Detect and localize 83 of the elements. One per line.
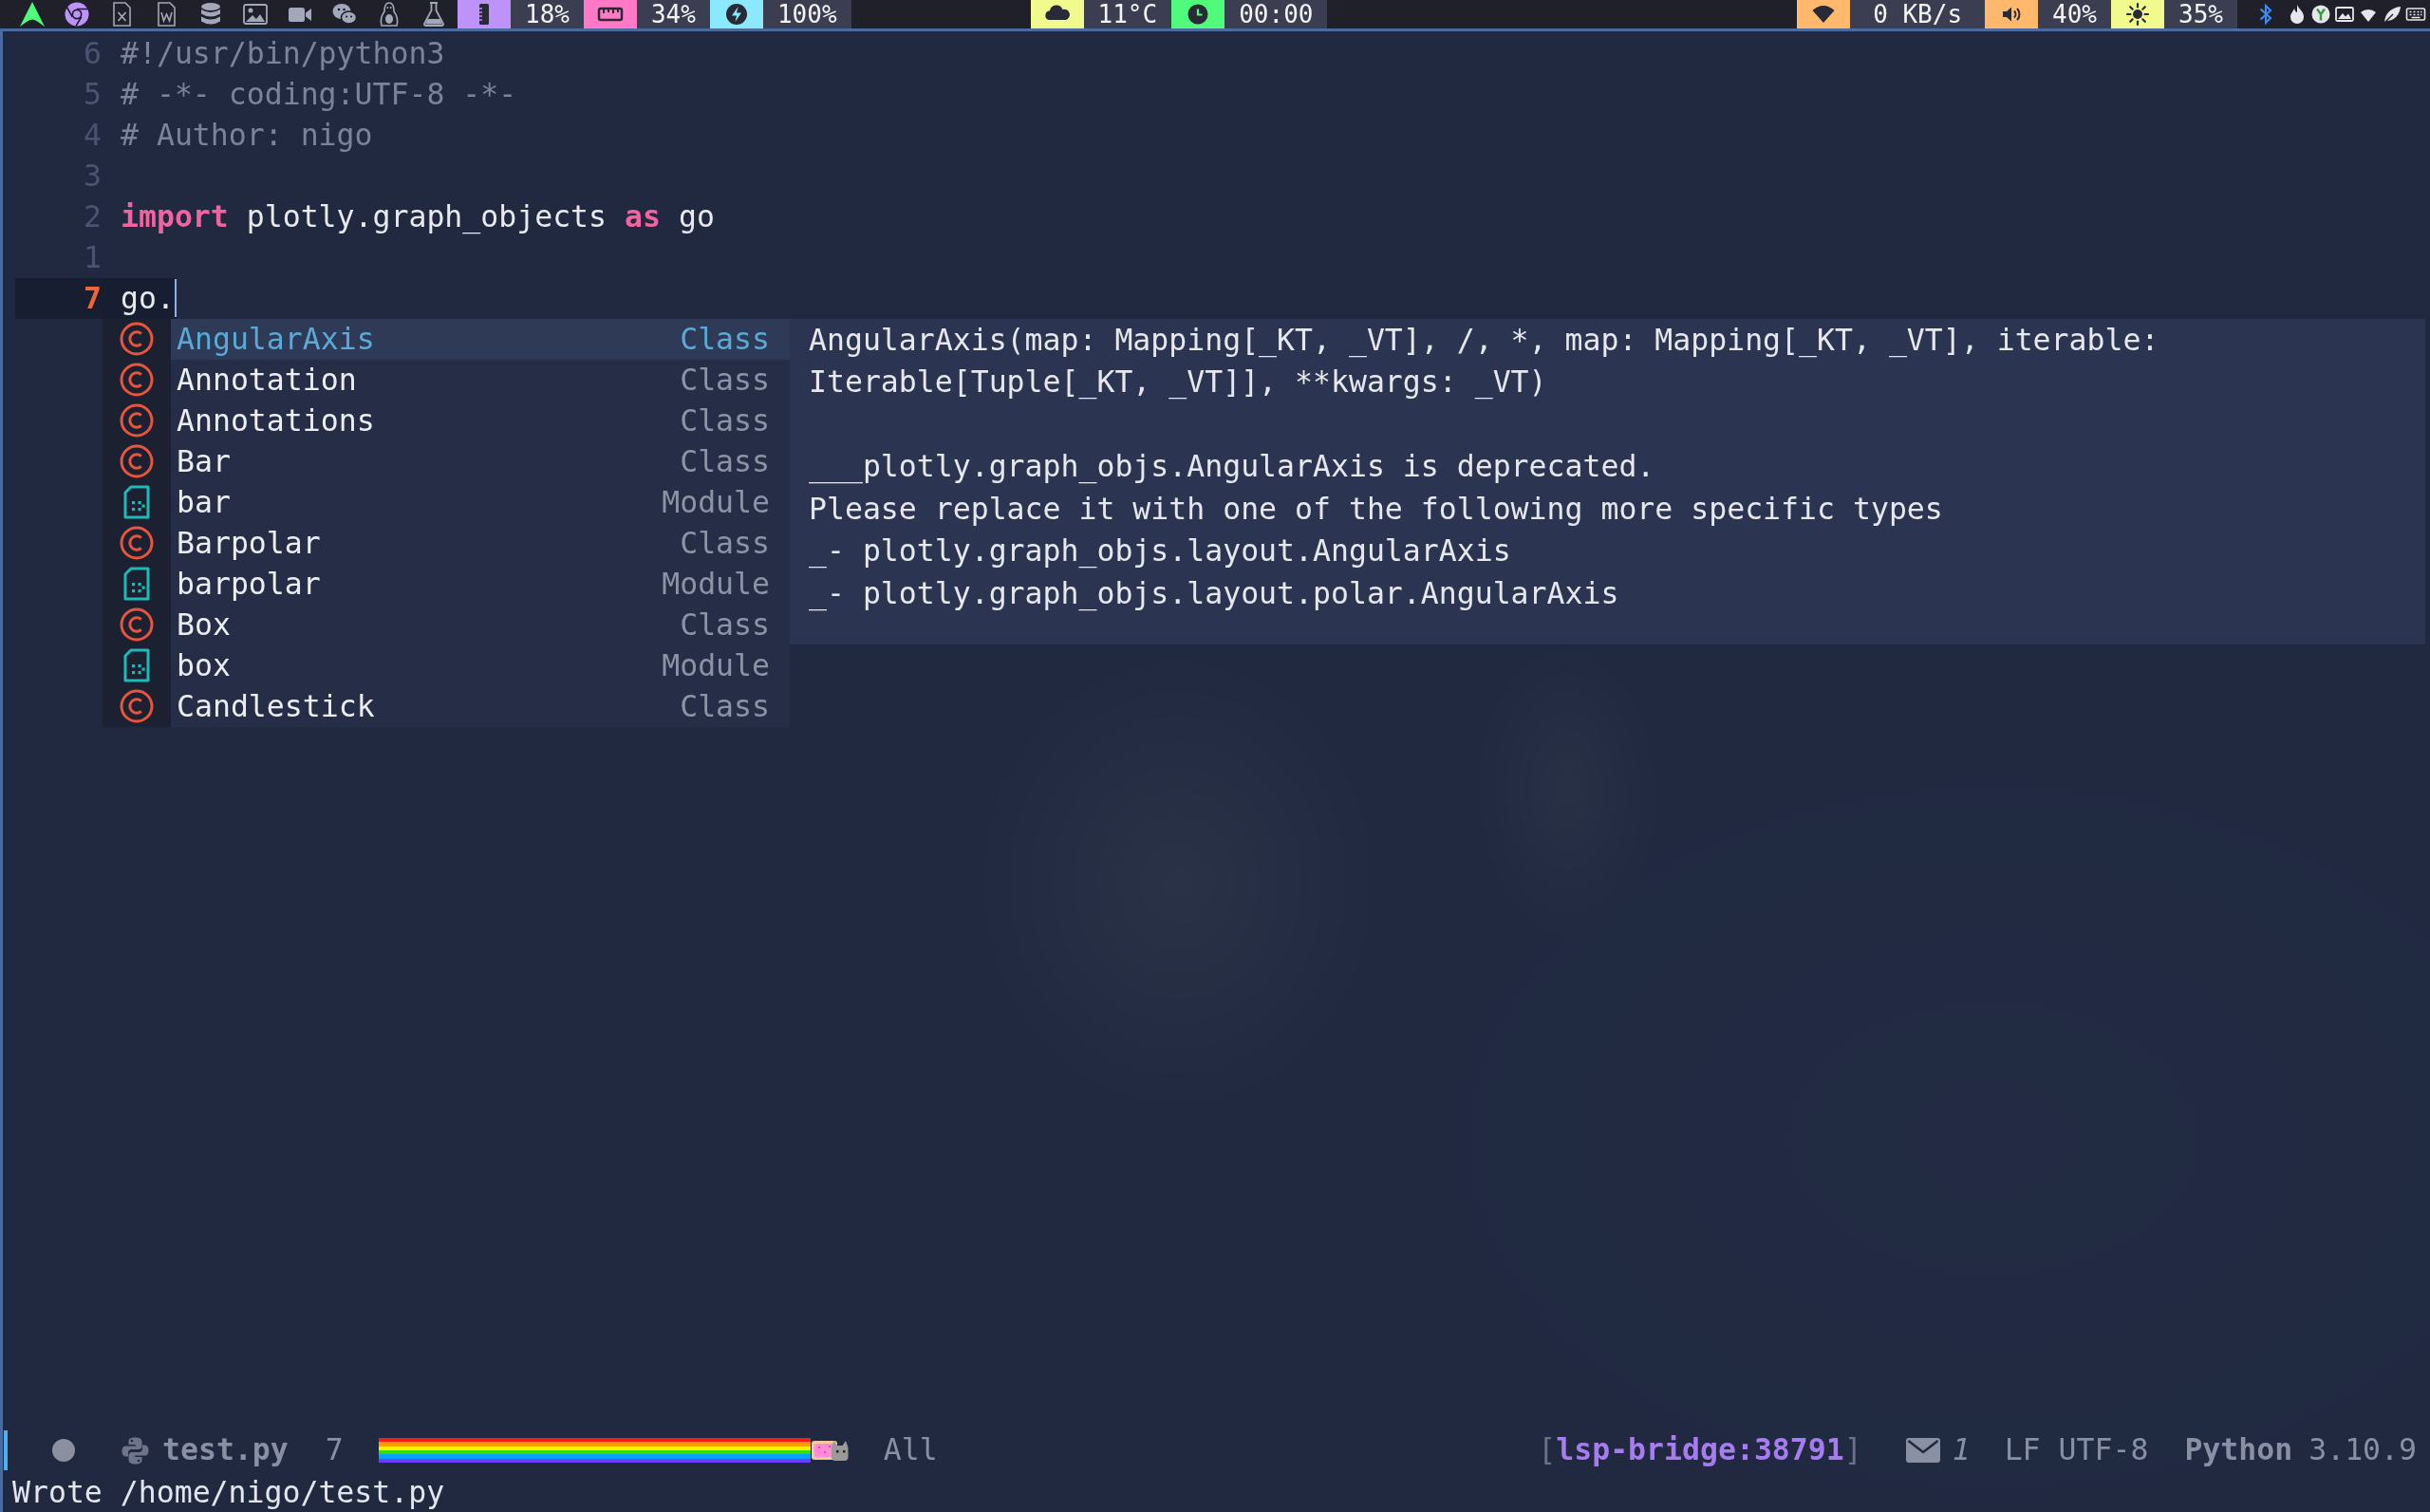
encoding-text[interactable]: UTF-8 (2058, 1428, 2149, 1473)
circled-c-icon (120, 689, 154, 723)
completion-type: Module (662, 646, 770, 684)
code-line: go. (121, 279, 175, 317)
document-icon (122, 485, 151, 519)
completion-type: Class (680, 606, 770, 644)
file-name: test.py (162, 1431, 289, 1469)
completion-type: Class (680, 442, 770, 480)
completion-item[interactable]: Annotations Class (171, 400, 790, 441)
completion-item[interactable]: Annotation Class (171, 359, 790, 401)
lsp-status-text: [lsp-bridge:38791] (1538, 1431, 1862, 1469)
completion-label: Annotation (177, 361, 357, 399)
doc-text: _- plotly.graph_objs.layout.AngularAxis (809, 532, 1512, 570)
circled-c-icon (120, 403, 154, 438)
leaf-icon[interactable] (2382, 4, 2402, 25)
completion-type: Module (662, 483, 770, 521)
temperature-text: 11°C (1083, 0, 1172, 28)
code-line: # -*- coding:UTF-8 -*- (121, 75, 517, 113)
disk-usage-text: 34% (636, 0, 710, 28)
memory-usage-text: 18% (511, 0, 584, 28)
completion-item[interactable]: barpolar Module (171, 563, 790, 605)
completion-label: box (177, 646, 231, 684)
bluetooth-icon[interactable] (2258, 2, 2273, 27)
completion-label: Bar (177, 442, 231, 480)
picture-icon[interactable] (2334, 4, 2355, 25)
circled-c-icon (120, 526, 154, 560)
battery-level-text: 100% (762, 0, 851, 28)
completion-type: Class (680, 524, 770, 562)
document-icon (122, 567, 151, 601)
brightness-level-text: 35% (2164, 0, 2237, 28)
completion-item[interactable]: Box Class (171, 604, 790, 645)
completion-label: Annotations (177, 401, 375, 439)
completion-label: AngularAxis (177, 320, 375, 358)
code-line: import plotly.graph_objects as go (121, 197, 715, 236)
completion-item[interactable]: Barpolar Class (171, 522, 790, 564)
cat-icon (810, 1438, 850, 1463)
active-window-marker (4, 1430, 8, 1470)
completion-type: Class (680, 401, 770, 439)
network-speed-text: 0 KB/s (1850, 0, 1986, 28)
completion-item[interactable]: AngularAxis Class (171, 318, 790, 360)
code-line: # Author: nigo (121, 116, 373, 154)
text-cursor (174, 279, 177, 317)
clock-time-text: 00:00 (1224, 0, 1328, 28)
doc-text: Please replace it with one of the following more specific types (809, 490, 1944, 528)
completion-item[interactable]: bar Module (171, 481, 790, 523)
completion-label: barpolar (177, 565, 321, 603)
envelope-icon (1905, 1438, 1940, 1463)
completion-label: Box (177, 606, 231, 644)
circled-c-icon (120, 322, 154, 356)
line-ending-text[interactable]: LF (2004, 1428, 2041, 1473)
line-number: 7 (83, 279, 102, 317)
browser-icon[interactable] (64, 1, 90, 28)
volume-level-text: 40% (2038, 0, 2112, 28)
image-icon[interactable] (242, 1, 269, 28)
completion-type: Class (680, 687, 770, 725)
signature-text: AngularAxis(map: Mapping[_KT, _VT], /, *, map: Mapping[_KT, _VT], iterable: Iterable[Tuple[_KT, _VT]], **kwargs: _VT) (809, 321, 2160, 401)
echo-message: Wrote /home/nigo/test.py (11, 1474, 446, 1511)
completion-label: bar (177, 483, 231, 521)
flask-icon[interactable] (421, 1, 447, 28)
doc-text: ___plotly.graph_objs.AngularAxis is deprecated. (809, 448, 1656, 486)
python-logo-icon (121, 1435, 150, 1465)
document-icon (122, 648, 151, 682)
completion-type: Class (680, 320, 770, 358)
circled-c-icon (120, 363, 154, 397)
code-line: #!/usr/bin/python3 (121, 34, 445, 72)
completion-label: Candlestick (177, 687, 375, 725)
completion-item[interactable]: Candlestick Class (171, 685, 790, 727)
circled-c-icon (120, 444, 154, 478)
completion-item[interactable]: box Module (171, 644, 790, 686)
doc-text: _- plotly.graph_objs.layout.polar.AngularAxis (809, 574, 1620, 613)
dot-icon (51, 1438, 76, 1463)
completion-label: Barpolar (177, 524, 321, 562)
buffer-position: All (883, 1431, 938, 1469)
language-mode-text[interactable]: Python (2184, 1428, 2293, 1473)
circled-c-icon (120, 607, 154, 642)
completion-type: Module (662, 565, 770, 603)
mail-count: 1 (1952, 1431, 1971, 1469)
version-text: 3.10.9 (2308, 1431, 2417, 1469)
completion-type: Class (680, 361, 770, 399)
line-count: 7 (325, 1431, 344, 1469)
a-shaped-logo-icon[interactable] (19, 1, 46, 28)
completion-item[interactable]: Bar Class (171, 440, 790, 482)
fork-badge-icon[interactable] (2310, 4, 2331, 25)
